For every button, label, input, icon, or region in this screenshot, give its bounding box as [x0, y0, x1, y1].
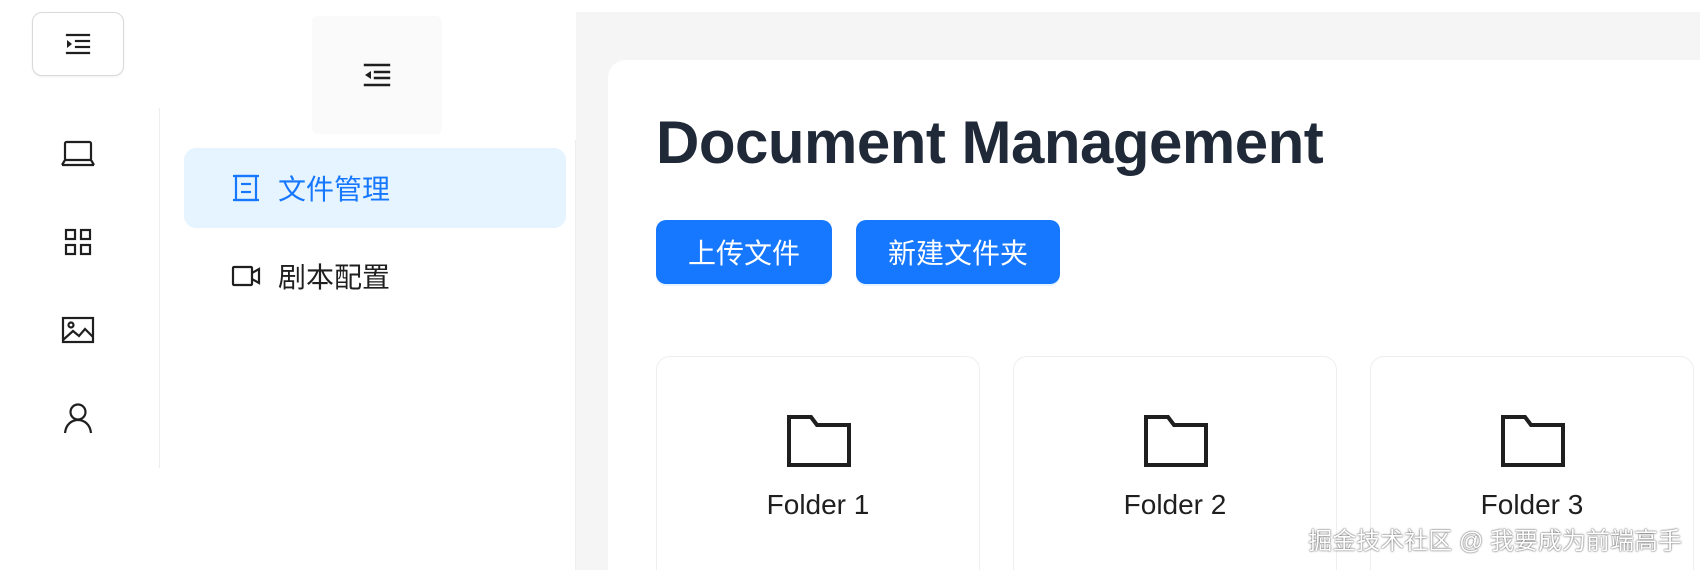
collapse-menu-button[interactable] — [312, 16, 442, 134]
menu-item-label: 文件管理 — [278, 174, 391, 205]
rail-item-user[interactable] — [58, 398, 98, 438]
watermark: 掘金技术社区 @ 我要成为前端高手 — [1308, 528, 1682, 555]
grid-icon — [64, 228, 92, 256]
user-icon — [63, 402, 93, 434]
folder-icon — [1142, 413, 1210, 469]
rail-item-laptop[interactable] — [58, 134, 98, 174]
folder-name: Folder 1 — [766, 489, 870, 520]
video-camera-icon — [230, 260, 262, 292]
menu-item-script-config[interactable]: 剧本配置 — [184, 236, 566, 316]
file-frame-icon — [230, 172, 262, 204]
upload-file-button[interactable]: 上传文件 — [656, 220, 832, 284]
menu-unfold-icon — [64, 32, 92, 56]
menu-item-file-management[interactable]: 文件管理 — [184, 148, 566, 228]
rail-item-grid[interactable] — [58, 222, 98, 262]
expand-menu-button[interactable] — [32, 12, 124, 76]
rail-item-image[interactable] — [58, 310, 98, 350]
folder-card[interactable]: Folder 1 — [656, 356, 980, 570]
new-folder-button[interactable]: 新建文件夹 — [856, 220, 1060, 284]
menu-fold-icon — [362, 62, 392, 88]
icon-rail — [0, 108, 160, 468]
laptop-icon — [61, 139, 95, 169]
folder-card[interactable]: Folder 2 — [1013, 356, 1337, 570]
folder-icon — [1499, 413, 1567, 469]
nav-panel: 文件管理 剧本配置 — [160, 0, 575, 570]
menu-item-label: 剧本配置 — [278, 262, 391, 293]
folder-name: Folder 2 — [1123, 489, 1227, 520]
folder-name: Folder 3 — [1480, 489, 1584, 520]
page-title: Document Management — [656, 109, 1324, 176]
folder-icon — [785, 413, 853, 469]
image-icon — [61, 316, 95, 344]
